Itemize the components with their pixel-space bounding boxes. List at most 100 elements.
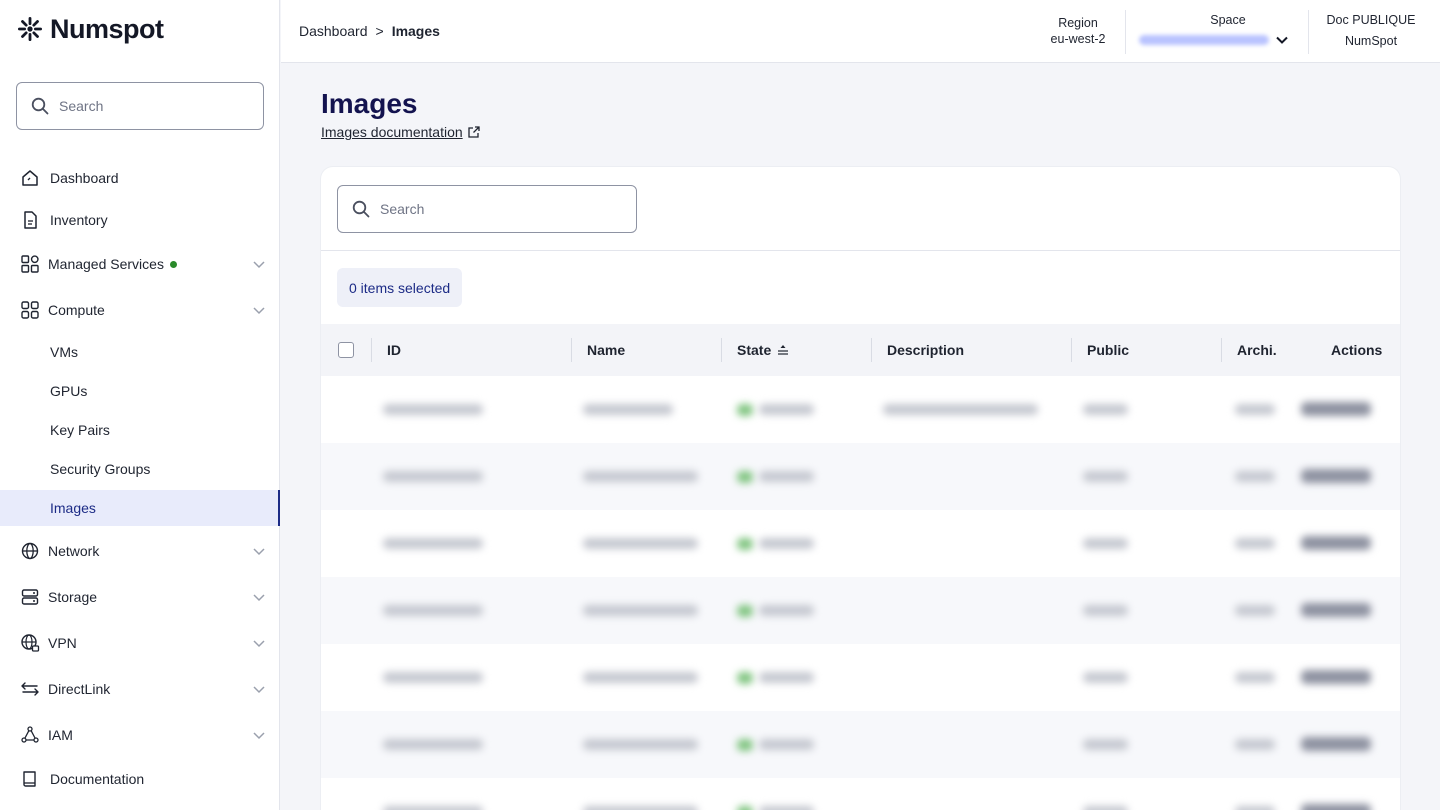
column-header-id[interactable]: ID (387, 324, 401, 376)
doc-link-label: Images documentation (321, 124, 463, 140)
sidebar-item-label: Dashboard (50, 170, 119, 186)
breadcrumb-separator: > (375, 23, 384, 39)
table-row[interactable] (321, 443, 1400, 510)
region-label: Region (1058, 16, 1098, 30)
numspot-logo-icon (18, 17, 42, 41)
table-search-input[interactable] (380, 201, 560, 217)
sidebar-subitem-security-groups[interactable]: Security Groups (0, 451, 280, 487)
breadcrumb-current: Images (391, 23, 440, 39)
images-documentation-link[interactable]: Images documentation (321, 124, 481, 140)
sidebar-item-documentation[interactable]: Documentation (0, 761, 280, 797)
numspot-logo[interactable]: Numspot (16, 12, 164, 46)
search-icon (31, 97, 49, 115)
sidebar-item-network[interactable]: Network (0, 533, 280, 569)
sidebar-item-inventory[interactable]: Inventory (0, 202, 280, 238)
sidebar-item-label: Documentation (50, 771, 145, 787)
redacted-cell (1235, 538, 1275, 549)
chevron-down-icon (1276, 36, 1288, 44)
space-label: Space (1210, 13, 1246, 27)
redacted-cell (583, 471, 698, 482)
column-divider (721, 338, 722, 362)
header-divider (1125, 10, 1126, 54)
redacted-cell (1301, 603, 1371, 617)
chevron-down-icon (253, 261, 265, 269)
redacted-cell (1301, 804, 1371, 810)
sidebar-item-dashboard[interactable]: Dashboard (0, 160, 280, 196)
sidebar-search[interactable] (16, 82, 264, 130)
chevron-down-icon (253, 594, 265, 602)
sidebar-subitem-images[interactable]: Images (0, 490, 280, 526)
sidebar-item-vpn[interactable]: VPN (0, 625, 280, 661)
redacted-cell (1301, 536, 1371, 550)
table-row[interactable] (321, 778, 1400, 810)
column-header-archi[interactable]: Archi. (1237, 324, 1277, 376)
column-header-state[interactable]: State (737, 324, 789, 376)
redacted-cell (1235, 404, 1275, 415)
iam-users-icon (20, 725, 40, 745)
redacted-cell (759, 538, 814, 549)
column-header-name[interactable]: Name (587, 324, 625, 376)
redacted-cell (383, 672, 483, 683)
redacted-cell (383, 538, 483, 549)
table-row[interactable] (321, 711, 1400, 778)
redacted-cell (583, 739, 698, 750)
redacted-cell (1301, 670, 1371, 684)
sidebar-item-label: Storage (48, 589, 98, 605)
sidebar-search-input[interactable] (59, 98, 239, 114)
redacted-cell (1083, 672, 1128, 683)
sidebar-item-label: Compute (48, 302, 105, 318)
sidebar-item-managed-services[interactable]: Managed Services (0, 246, 280, 282)
card-divider (321, 250, 1400, 251)
table-row[interactable] (321, 376, 1400, 443)
column-divider (1221, 338, 1222, 362)
redacted-cell (1235, 605, 1275, 616)
redacted-cell (1301, 402, 1371, 416)
sidebar-item-iam[interactable]: IAM (0, 717, 280, 753)
redacted-cell (737, 404, 753, 416)
column-header-public[interactable]: Public (1087, 324, 1129, 376)
redacted-cell (583, 672, 698, 683)
home-icon (20, 168, 40, 188)
status-dot (169, 260, 177, 268)
sidebar-item-label: Managed Services (48, 256, 177, 272)
space-selector[interactable]: Space (1139, 13, 1297, 47)
space-dropdown[interactable] (1139, 33, 1297, 47)
redacted-cell (1301, 469, 1371, 483)
breadcrumb-root[interactable]: Dashboard (299, 23, 368, 39)
sidebar-item-compute[interactable]: Compute (0, 292, 280, 328)
table-row[interactable] (321, 644, 1400, 711)
sort-ascending-icon (778, 345, 789, 355)
external-link-icon (467, 126, 480, 138)
organization-display[interactable]: Doc PUBLIQUE NumSpot (1321, 13, 1421, 48)
chevron-down-icon (253, 307, 265, 315)
chevron-down-icon (253, 732, 265, 740)
redacted-cell (759, 806, 814, 810)
checkbox[interactable] (338, 342, 354, 358)
chevron-down-icon (253, 686, 265, 694)
redacted-cell (583, 404, 673, 415)
sidebar-subitem-gpus[interactable]: GPUs (0, 373, 280, 409)
column-divider (871, 338, 872, 362)
table-search[interactable] (337, 185, 637, 233)
redacted-cell (1083, 404, 1128, 415)
org-label: Doc PUBLIQUE (1326, 13, 1416, 27)
sidebar-subitem-key-pairs[interactable]: Key Pairs (0, 412, 280, 448)
redacted-cell (737, 672, 753, 684)
redacted-cell (383, 471, 483, 482)
redacted-cell (383, 605, 483, 616)
sidebar-item-storage[interactable]: Storage (0, 579, 280, 615)
column-header-description[interactable]: Description (887, 324, 964, 376)
sidebar-subitem-vms[interactable]: VMs (0, 334, 280, 370)
table-row[interactable] (321, 577, 1400, 644)
column-divider (571, 338, 572, 362)
redacted-cell (883, 404, 1038, 415)
redacted-cell (583, 806, 698, 810)
services-grid-icon (20, 254, 40, 274)
sidebar-item-directlink[interactable]: DirectLink (0, 671, 280, 707)
region-display: Region eu-west-2 (1043, 16, 1113, 46)
storage-icon (20, 587, 40, 607)
table-row[interactable] (321, 510, 1400, 577)
redacted-cell (1235, 739, 1275, 750)
redacted-cell (737, 739, 753, 751)
select-all-checkbox[interactable] (338, 324, 354, 376)
